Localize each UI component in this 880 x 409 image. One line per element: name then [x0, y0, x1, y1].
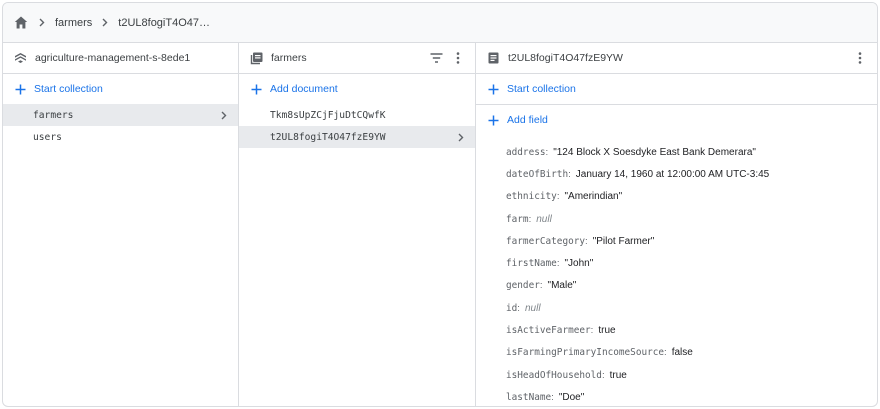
field-key: ethnicity — [506, 191, 557, 203]
more-vert-icon[interactable] — [853, 51, 867, 65]
project-title: agriculture-management-s-8ede1 — [35, 52, 191, 64]
field-key: firstName — [506, 258, 557, 270]
field-row[interactable]: isActiveFarmeer: true — [476, 319, 877, 341]
collection-panel: farmers Add document Tkm8sUpZCjFjuDtCQwf… — [239, 43, 476, 406]
start-collection-button[interactable]: Start collection — [3, 74, 238, 104]
plus-icon — [250, 83, 262, 95]
filter-icon[interactable] — [429, 51, 443, 65]
document-id: t2UL8fogiT4O47fzE9YW — [270, 131, 386, 143]
field-row[interactable]: lastName: "Doe" — [476, 386, 877, 406]
collection-item-users[interactable]: users — [3, 126, 238, 148]
document-title: t2UL8fogiT4O47fzE9YW — [508, 52, 623, 64]
field-row[interactable]: farmerCategory: "Pilot Farmer" — [476, 230, 877, 252]
field-key: address — [506, 146, 546, 158]
field-value: "Pilot Farmer" — [592, 235, 655, 247]
collection-panel-header: farmers — [239, 43, 475, 74]
field-value: "John" — [564, 258, 594, 270]
firestore-viewer: farmers t2UL8fogiT4O47… agriculture-mana… — [2, 2, 878, 407]
collection-label: users — [33, 131, 62, 143]
document-panel-header: t2UL8fogiT4O47fzE9YW — [476, 43, 877, 74]
document-item[interactable]: Tkm8sUpZCjFjuDtCQwfK — [239, 104, 475, 126]
field-value: "Amerindian" — [564, 191, 623, 203]
chevron-right-icon — [37, 18, 47, 28]
collection-item-farmers[interactable]: farmers — [3, 104, 238, 126]
field-key: farmerCategory — [506, 235, 586, 247]
field-value: true — [609, 369, 627, 381]
field-row[interactable]: isHeadOfHousehold: true — [476, 364, 877, 386]
field-key: farm — [506, 213, 529, 225]
document-id: Tkm8sUpZCjFjuDtCQwfK — [270, 109, 386, 121]
field-row[interactable]: gender: "Male" — [476, 275, 877, 297]
home-icon[interactable] — [13, 15, 29, 31]
chevron-right-icon — [100, 18, 110, 28]
field-row[interactable]: firstName: "John" — [476, 252, 877, 274]
chevron-right-icon — [457, 132, 465, 142]
field-row[interactable]: farm: null — [476, 208, 877, 230]
field-value: null — [536, 213, 552, 225]
field-value: "Doe" — [558, 391, 585, 403]
document-panel: t2UL8fogiT4O47fzE9YW Start collection Ad… — [476, 43, 877, 406]
breadcrumb-item-document[interactable]: t2UL8fogiT4O47… — [118, 17, 210, 29]
start-collection-button[interactable]: Start collection — [476, 74, 877, 104]
field-key: id — [506, 302, 518, 314]
add-document-label: Add document — [270, 83, 338, 95]
field-key: isActiveFarmeer — [506, 325, 591, 337]
add-field-label: Add field — [507, 114, 548, 126]
add-document-button[interactable]: Add document — [239, 74, 475, 104]
field-key: isFarmingPrimaryIncomeSource — [506, 347, 665, 359]
field-key: gender — [506, 280, 540, 292]
chevron-right-icon — [220, 110, 228, 120]
field-row[interactable]: address: "124 Block X Soesdyke East Bank… — [476, 141, 877, 163]
plus-icon — [14, 83, 26, 95]
project-panel: agriculture-management-s-8ede1 Start col… — [3, 43, 239, 406]
panels: agriculture-management-s-8ede1 Start col… — [3, 43, 877, 406]
field-value: null — [524, 302, 541, 314]
field-row[interactable]: id: null — [476, 297, 877, 319]
collection-label: farmers — [33, 109, 74, 121]
breadcrumb-item-farmers[interactable]: farmers — [55, 17, 92, 29]
project-panel-header: agriculture-management-s-8ede1 — [3, 43, 238, 74]
start-collection-label: Start collection — [34, 83, 103, 95]
more-vert-icon[interactable] — [451, 51, 465, 65]
breadcrumb: farmers t2UL8fogiT4O47… — [3, 3, 877, 43]
plus-icon — [487, 114, 499, 126]
field-value: "Male" — [547, 280, 577, 292]
field-value: January 14, 1960 at 12:00:00 AM UTC-3:45 — [575, 168, 770, 180]
document-icon — [486, 51, 500, 65]
field-value: "124 Block X Soesdyke East Bank Demerara… — [553, 146, 756, 158]
start-collection-label: Start collection — [507, 83, 576, 95]
collection-icon — [249, 51, 263, 65]
field-row[interactable]: dateOfBirth: January 14, 1960 at 12:00:0… — [476, 163, 877, 185]
field-value: false — [671, 347, 693, 359]
field-list: address: "124 Block X Soesdyke East Bank… — [476, 135, 877, 406]
firestore-icon — [13, 51, 27, 65]
field-key: lastName — [506, 391, 552, 403]
document-item-selected[interactable]: t2UL8fogiT4O47fzE9YW — [239, 126, 475, 148]
field-row[interactable]: isFarmingPrimaryIncomeSource: false — [476, 342, 877, 364]
field-row[interactable]: ethnicity: "Amerindian" — [476, 186, 877, 208]
collection-title: farmers — [271, 52, 307, 64]
field-key: isHeadOfHousehold — [506, 369, 602, 381]
field-key: dateOfBirth — [506, 168, 569, 180]
add-field-button[interactable]: Add field — [476, 105, 877, 135]
field-value: true — [598, 325, 616, 337]
plus-icon — [487, 83, 499, 95]
